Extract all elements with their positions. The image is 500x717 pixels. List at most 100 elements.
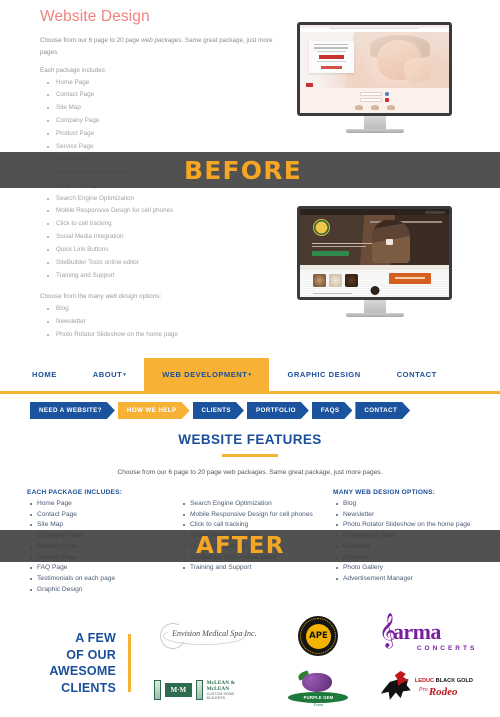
nav-item-label: GRAPHIC DESIGN [287, 370, 361, 379]
feature-list-item: Training and Support [180, 564, 325, 572]
before-package-item: Click to call tracking [40, 221, 275, 227]
features-heading-block: WEBSITE FEATURES [0, 432, 500, 457]
before-package-item: Product Page [40, 130, 275, 137]
logo-envision-text: Envision Medical Spa Inc. [172, 629, 257, 638]
before-options-lead: Choose from the many web design options: [40, 292, 162, 300]
after-ribbon: AFTER [0, 530, 500, 562]
logo-rodeo-rodeo: Rodeo [428, 686, 458, 698]
nav-item-about[interactable]: ABOUT▾ [75, 358, 145, 391]
feature-list-item: Mobile Responsive Design for cell phones [180, 511, 325, 519]
nav-item-graphic-design[interactable]: GRAPHIC DESIGN [269, 358, 378, 391]
before-ribbon: BEFORE [0, 152, 500, 188]
coffee-promo-banner [389, 273, 432, 285]
monitor-neck-2 [363, 300, 386, 313]
before-option-item: Photo Rotator Slideshow on the home page [40, 331, 275, 338]
before-package-item: Company Page [40, 117, 275, 124]
spa-promo-card [308, 41, 354, 73]
logo-purple-gem-farms: PURPLE GEM Farms [288, 670, 349, 707]
before-subhead: Each package includes: [40, 66, 107, 74]
logo-mclean-monogram: M·M [164, 683, 193, 697]
logo-purple-gem-subtext: Farms [313, 703, 324, 707]
breadcrumb-item-portfolio[interactable]: PORTFOLIO [247, 402, 309, 419]
breadcrumb-item-need-a-website-[interactable]: NEED A WEBSITE? [30, 402, 115, 419]
nav-item-web-development[interactable]: WEB DEVELOPMENT▾ [144, 358, 270, 391]
spa-logo-mark [305, 82, 313, 87]
nav-item-label: CONTACT [396, 370, 437, 379]
grape-cluster-icon [302, 673, 333, 692]
feature-list-item: Search Engine Optimization [180, 500, 325, 508]
coffee-cup [386, 239, 394, 246]
feature-column-heading: MANY WEB DESIGN OPTIONS: [333, 489, 436, 496]
logo-mclean-name: McLEAN & McLEAN [206, 679, 235, 692]
breadcrumb-item-clients[interactable]: CLIENTS [193, 402, 244, 419]
bucking-bull-icon [380, 678, 411, 700]
feature-list-item: Click to call tracking [180, 521, 325, 529]
clients-title-line: A FEW [75, 631, 116, 645]
before-package-item: Mobile Responsive Design for cell phones [40, 208, 275, 214]
before-package-item: SiteBuilder Tools online editor [40, 259, 275, 266]
client-logos: Envision Medical Spa Inc. APE 𝄞 arma CON… [131, 609, 500, 717]
nav-item-home[interactable]: HOME [14, 358, 75, 391]
clients-title: A FEW OF OUR AWESOME CLIENTS [0, 630, 128, 696]
before-package-item: Training and Support [40, 272, 275, 279]
clients-title-line: CLIENTS [61, 680, 116, 695]
feature-list-item: Graphic Design [27, 586, 172, 594]
clients-title-line: OF OUR [66, 647, 116, 662]
main-navigation: HOME ABOUT▾ WEB DEVELOPMENT▾ GRAPHIC DESIGN… [0, 358, 500, 394]
logo-rodeo-line1: LEDUC BLACK GOLD [415, 678, 473, 684]
monitor-base-1 [345, 129, 404, 133]
before-option-item: Newsletter [40, 318, 275, 325]
breadcrumb-item-faqs[interactable]: FAQS [312, 402, 353, 419]
before-options-list: Blog Newsletter Photo Rotator Slideshow on… [40, 305, 275, 338]
logo-karma-subtext: CONCERTS [416, 645, 478, 652]
nav-item-contact[interactable]: CONTACT [379, 358, 455, 391]
coffee-hero [300, 215, 449, 266]
feature-list-item: Contact Page [27, 511, 172, 519]
logo-purple-gem-text: PURPLE GEM [288, 692, 349, 703]
before-options-emphasis: web design [105, 292, 138, 300]
page-title: Website Design [40, 8, 150, 25]
monitor-coffee-shop [297, 206, 452, 317]
before-package-item: Contact Page [40, 92, 275, 98]
clients-section: A FEW OF OUR AWESOME CLIENTS Envision Medic… [0, 609, 500, 717]
before-section: Website Design Choose from our 6 page to… [0, 0, 500, 358]
monitor-neck-1 [363, 116, 386, 129]
coffee-badge-logo [313, 219, 331, 236]
feature-list-item: Photo Rotator Slideshow on the home page [333, 521, 478, 529]
spa-booking-bar [300, 88, 449, 113]
nav-item-label: HOME [32, 370, 57, 379]
nav-item-label: WEB DEVELOPMENT [162, 370, 248, 379]
feature-column-heading [180, 489, 325, 496]
breadcrumb-nav: NEED A WEBSITE? HOW WE HELP CLIENTS PORTFOL… [30, 402, 500, 419]
logo-rodeo-leduc: LEDUC [414, 678, 435, 684]
before-package-item: Site Map [40, 105, 275, 111]
clients-title-line: AWESOME [49, 664, 116, 678]
feature-list-item: FAQ Page [27, 564, 172, 572]
after-ribbon-label: AFTER [196, 533, 285, 559]
before-package-item: Search Engine Optimization [40, 195, 275, 202]
features-title-underline [222, 454, 278, 457]
features-title: WEBSITE FEATURES [178, 432, 322, 447]
website-design-before-after-page: Website Design Choose from our 6 page to… [0, 0, 500, 717]
monitor-medical-spa [297, 22, 452, 133]
spa-hero [300, 32, 449, 89]
before-package-item: Quick Link Buttons [40, 246, 275, 253]
logo-karma-text: arma [392, 619, 442, 644]
breadcrumb-item-how-we-help[interactable]: HOW WE HELP [118, 402, 190, 419]
logo-rodeo-blackgold: BLACK GOLD [434, 678, 473, 684]
logo-karma-concerts: 𝄞 arma CONCERTS [379, 616, 487, 654]
logo-rodeo-pro: Pro [418, 687, 428, 693]
before-package-item: Social Media Integration [40, 233, 275, 240]
medical-spa-website-mockup [300, 25, 449, 113]
before-ribbon-label: BEFORE [184, 155, 302, 185]
feature-list-item: Home Page [27, 500, 172, 508]
coffee-product-thumbs [313, 273, 359, 287]
feature-column-heading: EACH PACKAGE INCLUDES: [27, 489, 123, 496]
logo-envision-medical-spa: Envision Medical Spa Inc. [156, 619, 257, 653]
before-option-item: Blog [40, 305, 275, 312]
breadcrumb-item-contact[interactable]: CONTACT [355, 402, 410, 419]
monitor-screen-1 [297, 22, 452, 116]
before-intro-text: Choose from our 6 page to 20 page web pa… [40, 37, 273, 57]
logo-ape-canada: APE [298, 616, 339, 656]
logo-mclean-tagline: CUSTOM HOME BUILDERS [206, 692, 235, 701]
